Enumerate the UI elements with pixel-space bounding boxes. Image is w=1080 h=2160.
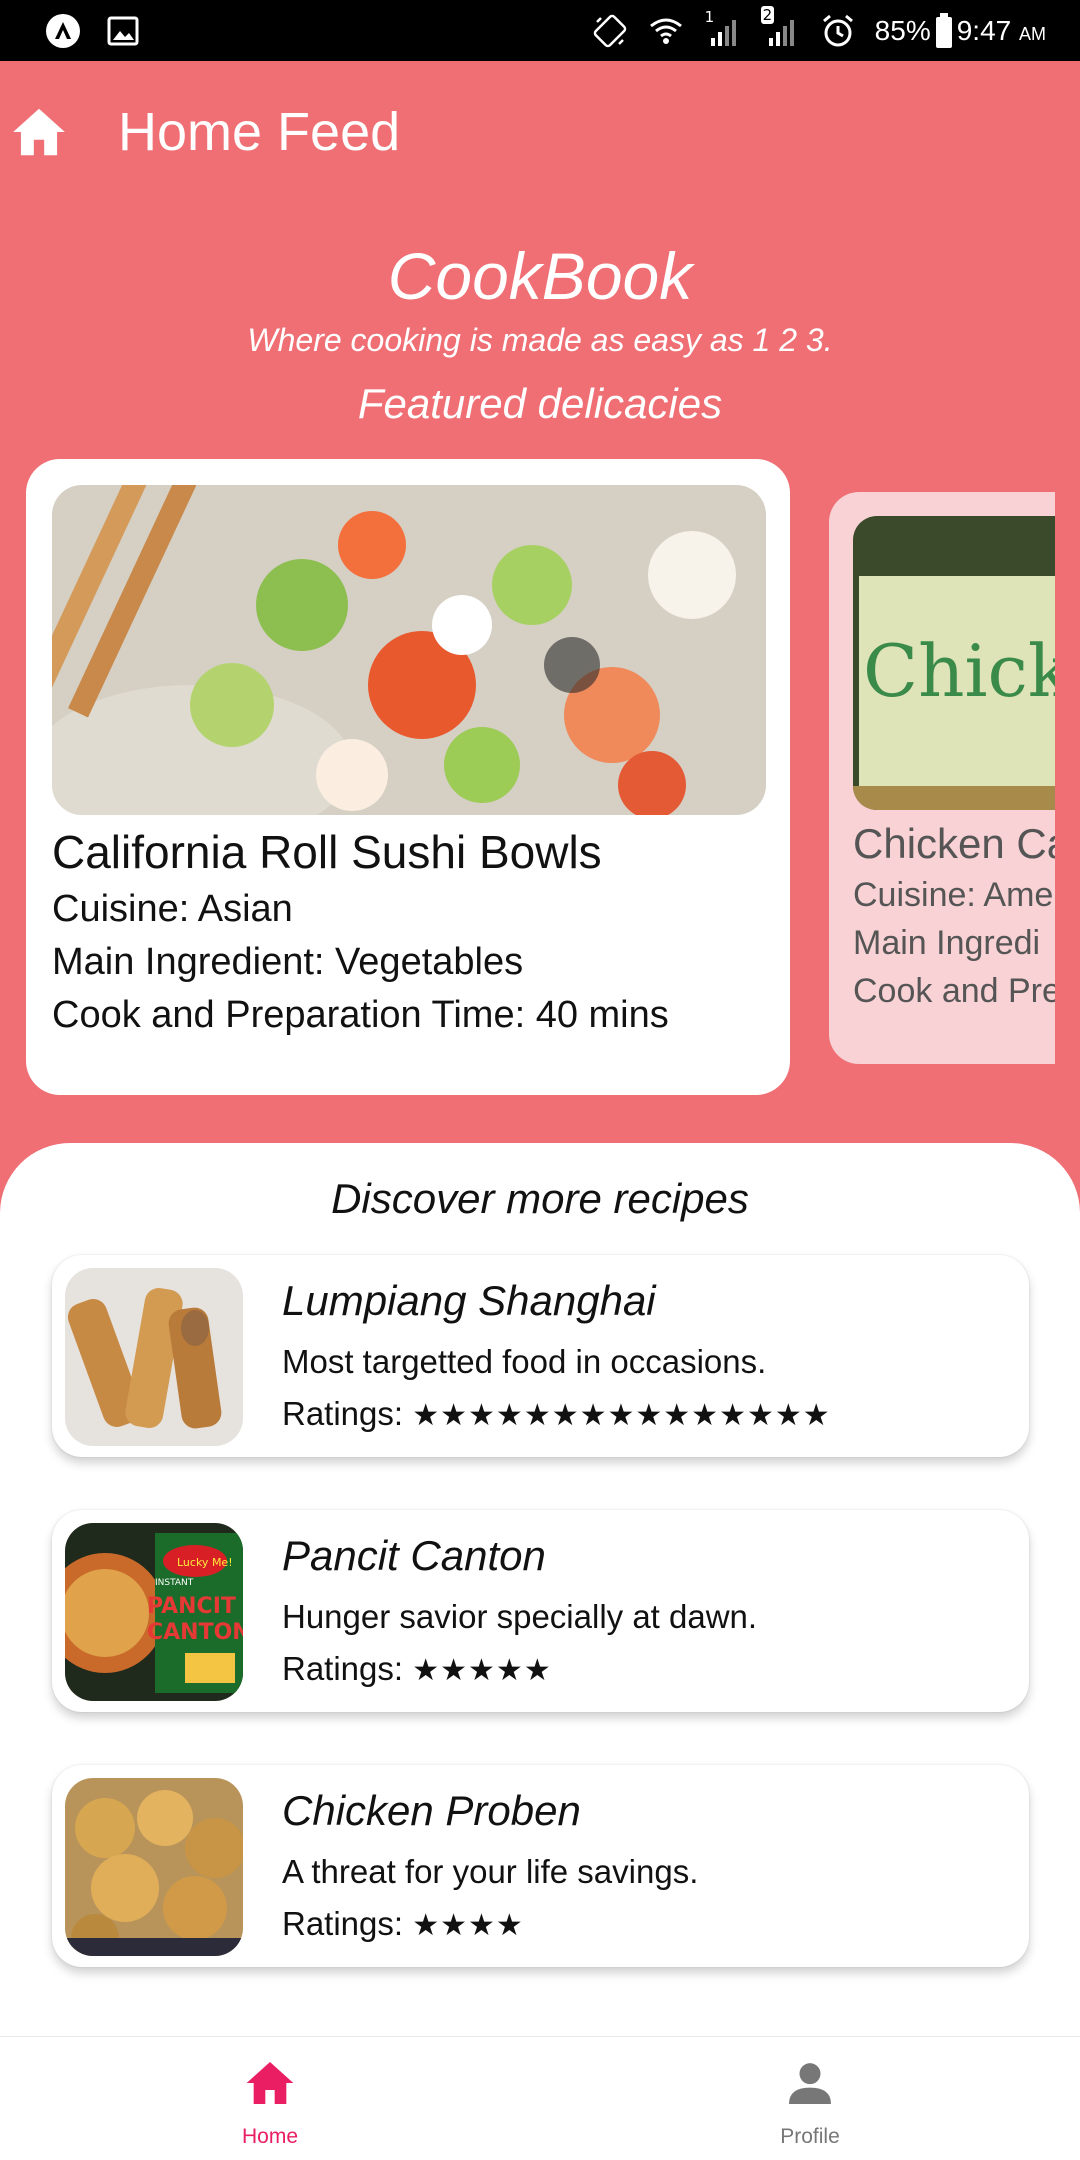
- nav-profile-label: Profile: [780, 2125, 840, 2148]
- featured-recipe-image-secondary: Chicke: [853, 516, 1055, 810]
- featured-recipe-title-secondary: Chicken Ca: [853, 820, 1055, 867]
- star-rating: ★★★★: [412, 1908, 524, 1943]
- discover-heading: Discover more recipes: [331, 1175, 749, 1222]
- recipe-card[interactable]: Chicken Proben A threat for your life sa…: [52, 1765, 1029, 1967]
- clock-ampm: AM: [1019, 24, 1046, 44]
- nav-home-label: Home: [241, 2125, 299, 2148]
- featured-card[interactable]: California Roll Sushi Bowls Cuisine: Asi…: [26, 459, 790, 1095]
- recipe-name: Chicken Proben: [282, 1787, 581, 1834]
- svg-text:Chicke: Chicke: [863, 629, 1055, 713]
- featured-card-secondary[interactable]: Chicke Chicken Ca Cuisine: Ame Main Ingr…: [829, 492, 1055, 1064]
- ratings-label: Ratings:: [282, 1905, 404, 1942]
- wifi-icon: [649, 18, 682, 44]
- page-title: Home Feed: [118, 102, 401, 162]
- nav-profile[interactable]: Profile: [710, 2055, 910, 2149]
- featured-heading: Featured delicacies: [357, 380, 723, 427]
- recipe-name: Pancit Canton: [282, 1532, 546, 1579]
- recipe-description: Hunger savior specially at dawn.: [282, 1598, 758, 1635]
- featured-recipe-ingredient-secondary: Main Ingredi: [853, 924, 1041, 962]
- recipe-thumbnail: Lucky Me! INSTANT PANCIT CANTON: [65, 1523, 243, 1701]
- svg-text:PANCIT: PANCIT: [147, 1594, 236, 1619]
- signal-2-icon: 2: [760, 6, 801, 50]
- status-bar: 1 2 85% 9:47 AM: [0, 0, 1080, 61]
- screen-rotate-icon: [593, 14, 626, 48]
- star-rating: ★★★★★: [412, 1653, 552, 1688]
- sim2-label: 2: [760, 6, 775, 24]
- signal-1-icon: 1: [703, 8, 743, 50]
- brand-tagline: Where cooking is made as easy as 1 2 3.: [247, 322, 833, 358]
- ratings-label: Ratings:: [282, 1395, 404, 1432]
- alarm-icon: [822, 14, 853, 47]
- featured-recipe-image: [52, 485, 766, 815]
- featured-recipe-time: Cook and Preparation Time: 40 mins: [52, 994, 669, 1036]
- battery-icon: [935, 13, 952, 48]
- sim1-label: 1: [704, 8, 715, 26]
- svg-text:INSTANT: INSTANT: [155, 1578, 194, 1588]
- discover-section: Discover more recipes Lumpiang Shanghai …: [0, 1143, 1080, 2038]
- bottom-navigation: Home Profile: [0, 2036, 1080, 2160]
- gallery-icon: [107, 16, 139, 46]
- app-bar: Home Feed: [0, 61, 1080, 207]
- recipe-description: Most targetted food in occasions.: [282, 1343, 767, 1380]
- recipe-rating: Ratings: ★★★★★★★★★★★★★★★: [282, 1395, 831, 1433]
- featured-recipe-ingredient: Main Ingredient: Vegetables: [52, 941, 524, 983]
- person-icon: [789, 2063, 831, 2104]
- featured-recipe-cuisine: Cuisine: Asian: [52, 888, 293, 930]
- battery-percent: 85%: [874, 15, 931, 46]
- star-rating: ★★★★★★★★★★★★★★★: [412, 1398, 831, 1433]
- recipe-thumbnail: [65, 1268, 243, 1446]
- recipe-card[interactable]: Lumpiang Shanghai Most targetted food in…: [52, 1255, 1029, 1457]
- svg-text:Lucky Me!: Lucky Me!: [177, 1556, 233, 1569]
- recipe-card[interactable]: Lucky Me! INSTANT PANCIT CANTON Pancit C…: [52, 1510, 1029, 1712]
- svg-text:CANTON: CANTON: [147, 1620, 243, 1645]
- featured-recipe-time-secondary: Cook and Pre: [853, 972, 1055, 1010]
- recipe-rating: Ratings: ★★★★★: [282, 1650, 552, 1688]
- pancit-canton-image: Lucky Me! INSTANT PANCIT CANTON: [65, 1523, 243, 1701]
- brand-title: CookBook: [387, 239, 693, 313]
- ratings-label: Ratings:: [282, 1650, 404, 1687]
- clock-time: 9:47: [956, 15, 1012, 46]
- featured-recipe-title: California Roll Sushi Bowls: [52, 826, 602, 878]
- home-icon[interactable]: [8, 101, 70, 163]
- sushi-bowl-image: [52, 485, 766, 815]
- nav-home[interactable]: Home: [170, 2055, 370, 2149]
- lumpia-image: [65, 1268, 243, 1446]
- app-logo-icon: [46, 14, 80, 48]
- chicken-label-image: Chicke: [853, 516, 1055, 810]
- recipe-thumbnail: [65, 1778, 243, 1956]
- featured-recipe-cuisine-secondary: Cuisine: Ame: [853, 876, 1054, 914]
- recipe-description: A threat for your life savings.: [282, 1853, 699, 1890]
- chicken-proben-image: [65, 1778, 243, 1956]
- home-icon: [246, 2062, 294, 2104]
- recipe-name: Lumpiang Shanghai: [282, 1277, 656, 1324]
- recipe-rating: Ratings: ★★★★: [282, 1905, 524, 1943]
